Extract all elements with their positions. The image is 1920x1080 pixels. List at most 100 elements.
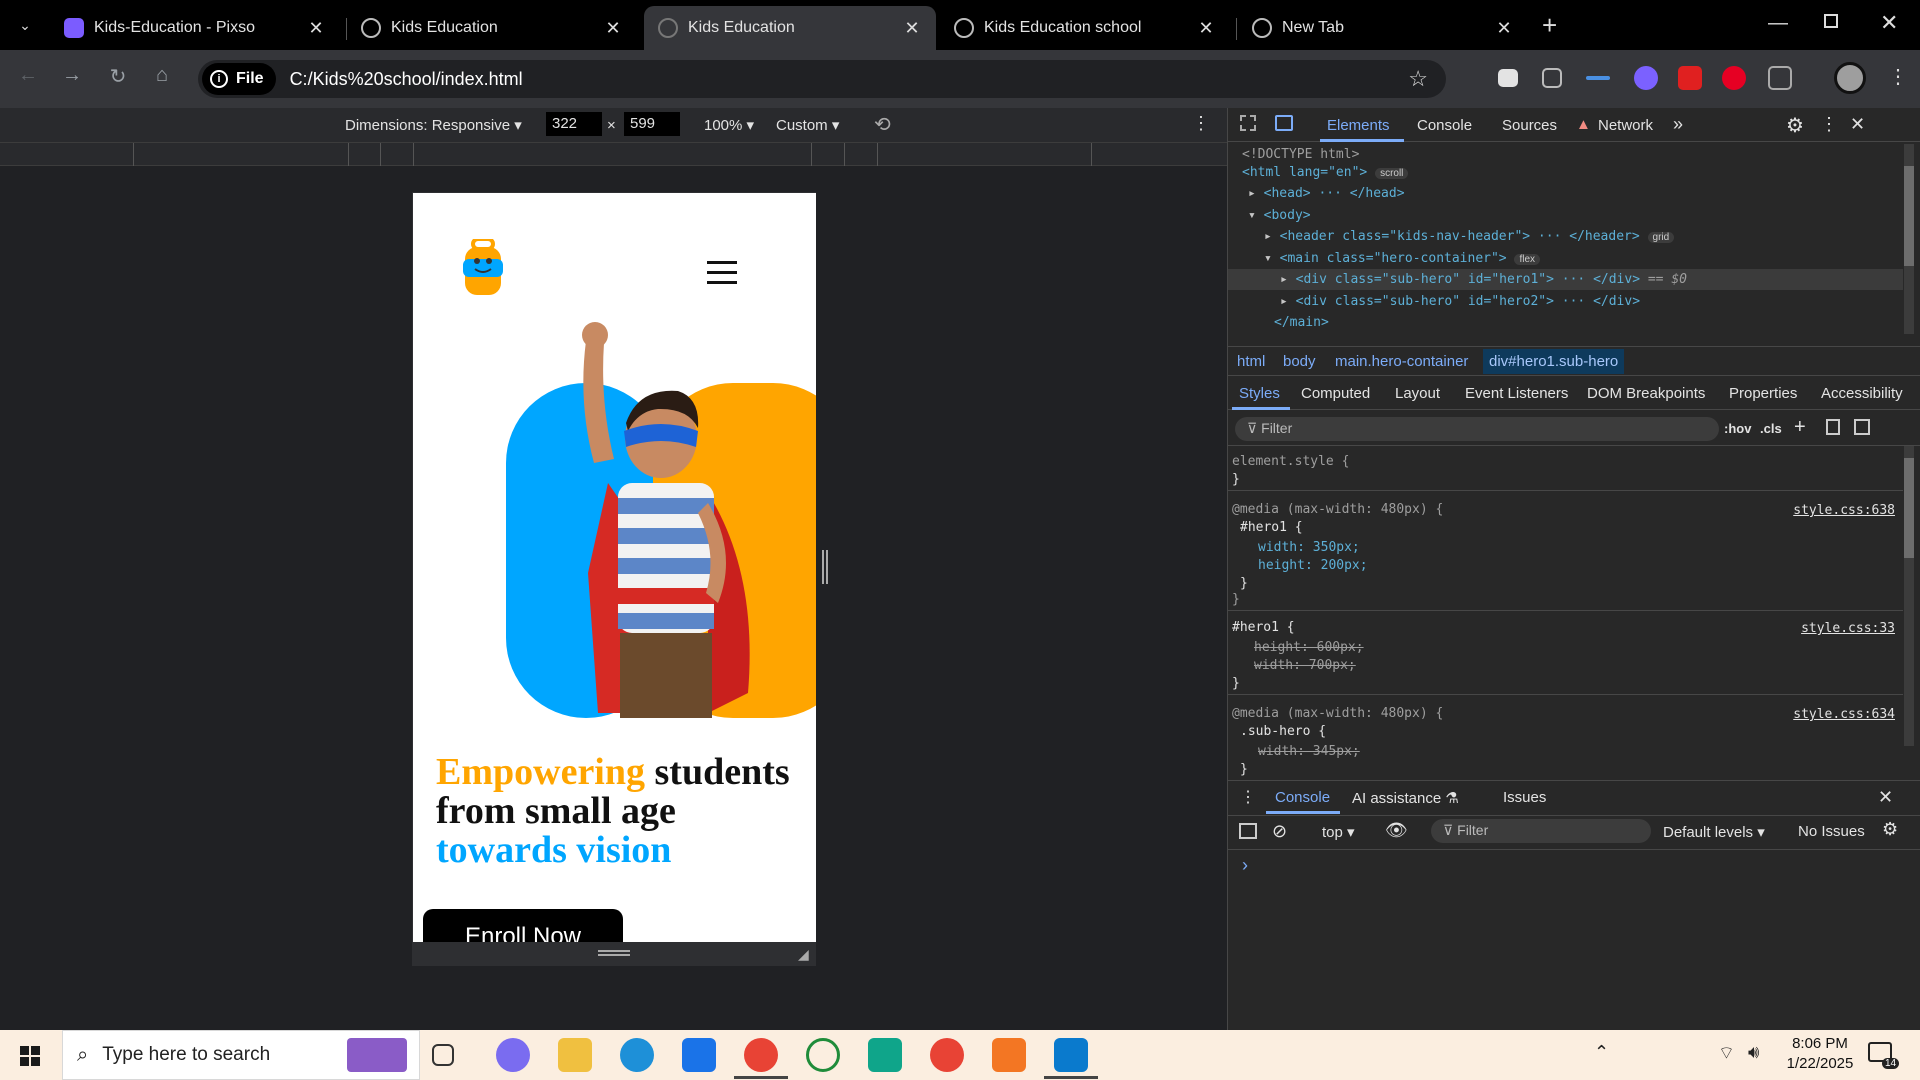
windows-start-icon[interactable] (20, 1046, 40, 1066)
styles-filter-input[interactable]: ⊽ Filter (1235, 417, 1719, 441)
close-icon[interactable]: ✕ (1494, 18, 1514, 39)
log-levels-dropdown[interactable]: Default levels ▾ (1663, 823, 1765, 841)
live-expression-eye-icon[interactable]: 👁 (1385, 820, 1408, 841)
show-hidden-icons-chevron-icon[interactable]: ⌃ (1594, 1042, 1609, 1063)
header-node[interactable]: ▸ <header class="kids-nav-header"> ··· <… (1228, 226, 1903, 247)
throttle-dropdown[interactable]: Custom ▾ (776, 116, 839, 134)
breadcrumb-html[interactable]: html (1237, 353, 1265, 370)
device-toolbar-menu-icon[interactable]: ⋮ (1192, 113, 1210, 134)
head-node[interactable]: ▸ <head> ··· </head> (1228, 183, 1903, 204)
close-icon[interactable]: ✕ (603, 18, 623, 39)
xampp-icon[interactable] (992, 1038, 1026, 1072)
tab-computed[interactable]: Computed (1301, 385, 1370, 402)
context-selector[interactable]: top ▾ (1322, 823, 1355, 841)
site-info-chip[interactable]: i File (202, 63, 276, 95)
edge-icon[interactable] (620, 1038, 654, 1072)
tab-kids-education-1[interactable]: Kids Education ✕ (347, 6, 637, 50)
css-property-overridden[interactable]: width: 700px; (1254, 658, 1356, 673)
scroll-badge[interactable]: scroll (1375, 168, 1409, 179)
css-property-overridden[interactable]: width: 345px; (1258, 744, 1360, 759)
inspect-element-icon[interactable] (1240, 115, 1256, 131)
devtools-menu-icon[interactable]: ⋮ (1820, 114, 1838, 135)
drawer-tab-issues[interactable]: Issues (1503, 789, 1546, 806)
reload-icon[interactable]: ↻ (104, 64, 132, 89)
hero1-node-selected[interactable]: ▸ <div class="sub-hero" id="hero1"> ··· … (1228, 269, 1903, 290)
forward-icon[interactable]: → (58, 64, 86, 87)
backpack-logo-icon[interactable] (463, 239, 503, 297)
clock[interactable]: 8:06 PM 1/22/2025 (1780, 1034, 1860, 1074)
console-filter-input[interactable]: ⊽ Filter (1431, 819, 1651, 843)
zoom-dropdown[interactable]: 100% ▾ (704, 116, 754, 134)
media-query-ruler[interactable] (0, 142, 1227, 167)
settings-gear-icon[interactable]: ⚙ (1786, 113, 1804, 138)
rule-selector[interactable]: #hero1 { (1240, 520, 1303, 535)
breadcrumb-body[interactable]: body (1283, 353, 1316, 370)
microsoft-store-icon[interactable] (682, 1038, 716, 1072)
style-link-33[interactable]: style.css:33 (1801, 621, 1895, 636)
tab-network[interactable]: Network (1598, 117, 1653, 134)
whatsapp-icon[interactable] (806, 1038, 840, 1072)
console-prompt[interactable]: › (1242, 855, 1248, 876)
restore-button[interactable] (1824, 14, 1838, 28)
tab-event-listeners[interactable]: Event Listeners (1465, 385, 1568, 402)
drawer-tab-console[interactable]: Console (1275, 789, 1330, 806)
console-settings-gear-icon[interactable]: ⚙ (1882, 819, 1898, 840)
back-icon[interactable]: ← (14, 64, 42, 87)
close-icon[interactable]: ✕ (902, 18, 922, 39)
mobile-page[interactable]: Empowering students from small age towar… (413, 193, 816, 942)
devtools-close-icon[interactable]: ✕ (1850, 114, 1865, 135)
close-icon[interactable]: ✕ (1196, 18, 1216, 39)
css-property[interactable]: width: 350px; (1258, 540, 1360, 555)
more-tabs-icon[interactable]: » (1673, 114, 1683, 135)
pdf-extension-icon[interactable] (1678, 66, 1702, 90)
tab-styles[interactable]: Styles (1239, 385, 1280, 402)
element-style-rule[interactable]: element.style { (1232, 454, 1349, 469)
css-property[interactable]: height: 200px; (1258, 558, 1368, 573)
network-status-icon[interactable]: ⌔ (1718, 1042, 1735, 1065)
dom-scrollbar[interactable] (1904, 144, 1914, 334)
media-extension-icon[interactable] (1634, 66, 1658, 90)
minimize-button[interactable]: — (1768, 12, 1788, 35)
home-icon[interactable]: ⌂ (148, 64, 176, 87)
main-node[interactable]: ▾ <main class="hero-container"> flex (1228, 248, 1903, 269)
breadcrumb-main[interactable]: main.hero-container (1335, 353, 1468, 370)
url-text[interactable]: C:/Kids%20school/index.html (290, 69, 523, 90)
tab-dom-breakpoints[interactable]: DOM Breakpoints (1587, 385, 1705, 402)
paint-brush-icon[interactable] (1826, 419, 1840, 435)
body-node[interactable]: ▾ <body> (1228, 205, 1903, 226)
drawer-close-icon[interactable]: ✕ (1878, 787, 1893, 808)
window-close-button[interactable]: ✕ (1880, 10, 1898, 36)
html-node[interactable]: <html lang="en"> scroll (1228, 162, 1903, 183)
tab-sources[interactable]: Sources (1502, 117, 1557, 134)
issues-count[interactable]: No Issues (1798, 823, 1865, 840)
tab-layout[interactable]: Layout (1395, 385, 1440, 402)
hov-toggle[interactable]: :hov (1724, 421, 1751, 436)
style-link-638[interactable]: style.css:638 (1793, 503, 1895, 518)
device-toggle-icon[interactable] (1275, 115, 1293, 131)
corner-resize-handle[interactable]: ◢ (798, 946, 809, 963)
rule-selector[interactable]: .sub-hero { (1240, 724, 1326, 739)
tab-elements[interactable]: Elements (1327, 117, 1390, 134)
extension-icon[interactable] (1542, 68, 1562, 88)
tab-new-tab[interactable]: New Tab ✕ (1238, 6, 1528, 50)
sidebar-toggle-icon[interactable] (1854, 419, 1870, 435)
style-link-634[interactable]: style.css:634 (1793, 707, 1895, 722)
tab-kids-education-school[interactable]: Kids Education school ✕ (940, 6, 1230, 50)
drawer-menu-icon[interactable]: ⋮ (1240, 787, 1256, 807)
new-style-rule-icon[interactable]: + (1794, 416, 1806, 439)
hero2-node[interactable]: ▸ <div class="sub-hero" id="hero2"> ··· … (1228, 291, 1903, 312)
extensions-puzzle-icon[interactable] (1768, 66, 1792, 90)
wave-extension-icon[interactable] (1586, 76, 1610, 80)
rule-selector[interactable]: #hero1 { (1232, 620, 1295, 635)
dimensions-dropdown[interactable]: Dimensions: Responsive ▾ (345, 116, 522, 134)
tab-accessibility[interactable]: Accessibility (1821, 385, 1903, 402)
hamburger-menu-icon[interactable] (707, 261, 737, 284)
chrome-dev-icon[interactable] (744, 1038, 778, 1072)
volume-icon[interactable]: 🔊︎ (1748, 1042, 1759, 1063)
main-close-node[interactable]: </main> (1228, 312, 1903, 333)
tab-search-button[interactable]: ⌄ (14, 14, 36, 36)
task-view-icon[interactable] (432, 1044, 454, 1066)
taskbar-search-box[interactable]: ⌕ Type here to search (62, 1030, 420, 1080)
tab-kids-education-pixso[interactable]: Kids-Education - Pixso ✕ (50, 6, 340, 50)
tab-kids-education-active[interactable]: Kids Education ✕ (644, 6, 936, 50)
